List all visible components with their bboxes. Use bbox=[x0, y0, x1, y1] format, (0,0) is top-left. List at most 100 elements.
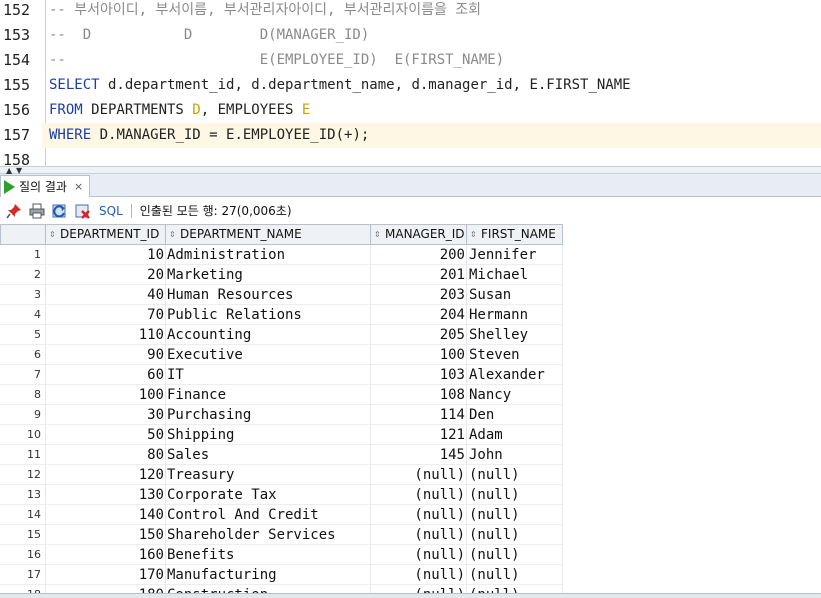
cell-first-name[interactable]: Steven bbox=[467, 345, 563, 365]
row-number[interactable]: 7 bbox=[0, 365, 46, 385]
cell-manager-id[interactable]: 200 bbox=[371, 245, 467, 265]
pane-splitter[interactable]: ▲ ▼ bbox=[0, 166, 821, 175]
cell-manager-id[interactable]: 204 bbox=[371, 305, 467, 325]
cell-manager-id[interactable]: 201 bbox=[371, 265, 467, 285]
table-row[interactable]: 7 60 IT 103 Alexander bbox=[0, 365, 563, 385]
cell-first-name[interactable]: (null) bbox=[467, 545, 563, 565]
cell-first-name[interactable]: (null) bbox=[467, 505, 563, 525]
sql-editor[interactable]: 152 -- 부서아이디, 부서이름, 부서관리자아이디, 부서관리자이름을 조회… bbox=[0, 0, 821, 166]
cell-department-name[interactable]: Public Relations bbox=[166, 305, 371, 325]
print-icon[interactable] bbox=[28, 202, 46, 220]
code-line[interactable]: 153 -- D D D(MANAGER_ID) bbox=[0, 23, 821, 48]
cell-department-name[interactable]: Finance bbox=[166, 385, 371, 405]
cancel-query-icon[interactable] bbox=[74, 202, 92, 220]
cell-manager-id[interactable]: (null) bbox=[371, 525, 467, 545]
cell-department-id[interactable]: 170 bbox=[46, 565, 166, 585]
cell-department-id[interactable]: 30 bbox=[46, 405, 166, 425]
cell-manager-id[interactable]: 145 bbox=[371, 445, 467, 465]
cell-first-name[interactable]: Shelley bbox=[467, 325, 563, 345]
cell-department-name[interactable]: Executive bbox=[166, 345, 371, 365]
cell-first-name[interactable]: Michael bbox=[467, 265, 563, 285]
row-number[interactable]: 3 bbox=[0, 285, 46, 305]
row-number[interactable]: 15 bbox=[0, 525, 46, 545]
pin-icon[interactable] bbox=[5, 202, 23, 220]
cell-department-id[interactable]: 50 bbox=[46, 425, 166, 445]
grid-corner[interactable] bbox=[0, 224, 46, 245]
code-line[interactable]: 156 FROM DEPARTMENTS D, EMPLOYEES E bbox=[0, 98, 821, 123]
cell-department-name[interactable]: IT bbox=[166, 365, 371, 385]
cell-manager-id[interactable]: 100 bbox=[371, 345, 467, 365]
cell-department-id[interactable]: 60 bbox=[46, 365, 166, 385]
cell-department-name[interactable]: Human Resources bbox=[166, 285, 371, 305]
column-header-department-id[interactable]: ⇕ DEPARTMENT_ID bbox=[46, 224, 166, 245]
column-header-department-name[interactable]: ⇕ DEPARTMENT_NAME bbox=[166, 224, 371, 245]
cell-first-name[interactable]: Adam bbox=[467, 425, 563, 445]
code-text[interactable]: WHERE D.MANAGER_ID = E.EMPLOYEE_ID(+); bbox=[49, 123, 369, 148]
cell-department-id[interactable]: 20 bbox=[46, 265, 166, 285]
cell-first-name[interactable]: Hermann bbox=[467, 305, 563, 325]
sort-icon[interactable]: ⇕ bbox=[470, 225, 479, 244]
row-number[interactable]: 8 bbox=[0, 385, 46, 405]
cell-manager-id[interactable]: (null) bbox=[371, 505, 467, 525]
cell-manager-id[interactable]: 205 bbox=[371, 325, 467, 345]
row-number[interactable]: 1 bbox=[0, 245, 46, 265]
table-row[interactable]: 6 90 Executive 100 Steven bbox=[0, 345, 563, 365]
row-number[interactable]: 4 bbox=[0, 305, 46, 325]
cell-first-name[interactable]: Den bbox=[467, 405, 563, 425]
cell-department-id[interactable]: 140 bbox=[46, 505, 166, 525]
cell-department-name[interactable]: Control And Credit bbox=[166, 505, 371, 525]
cell-manager-id[interactable]: (null) bbox=[371, 485, 467, 505]
code-text[interactable]: -- D D D(MANAGER_ID) bbox=[49, 23, 369, 48]
code-line[interactable]: 152 -- 부서아이디, 부서이름, 부서관리자아이디, 부서관리자이름을 조회 bbox=[0, 0, 821, 23]
code-line[interactable]: 155 SELECT d.department_id, d.department_… bbox=[0, 73, 821, 98]
cell-department-name[interactable]: Accounting bbox=[166, 325, 371, 345]
code-line[interactable]: 157 WHERE D.MANAGER_ID = E.EMPLOYEE_ID(+)… bbox=[0, 123, 821, 148]
sql-button[interactable]: SQL bbox=[99, 204, 123, 218]
code-text[interactable]: -- E(EMPLOYEE_ID) E(FIRST_NAME) bbox=[49, 48, 504, 73]
cell-first-name[interactable]: Jennifer bbox=[467, 245, 563, 265]
cell-department-name[interactable]: Shareholder Services bbox=[166, 525, 371, 545]
code-text[interactable]: FROM DEPARTMENTS D, EMPLOYEES E bbox=[49, 98, 310, 123]
cell-department-id[interactable]: 10 bbox=[46, 245, 166, 265]
cell-first-name[interactable]: Nancy bbox=[467, 385, 563, 405]
cell-department-name[interactable]: Manufacturing bbox=[166, 565, 371, 585]
cell-first-name[interactable]: (null) bbox=[467, 565, 563, 585]
cell-department-id[interactable]: 120 bbox=[46, 465, 166, 485]
table-row[interactable]: 2 20 Marketing 201 Michael bbox=[0, 265, 563, 285]
cell-manager-id[interactable]: 203 bbox=[371, 285, 467, 305]
cell-manager-id[interactable]: 121 bbox=[371, 425, 467, 445]
table-row[interactable]: 15 150 Shareholder Services (null) (null) bbox=[0, 525, 563, 545]
cell-department-id[interactable]: 150 bbox=[46, 525, 166, 545]
row-number[interactable]: 10 bbox=[0, 425, 46, 445]
table-row[interactable]: 10 50 Shipping 121 Adam bbox=[0, 425, 563, 445]
cell-manager-id[interactable]: (null) bbox=[371, 465, 467, 485]
row-number[interactable]: 5 bbox=[0, 325, 46, 345]
table-row[interactable]: 8 100 Finance 108 Nancy bbox=[0, 385, 563, 405]
close-icon[interactable]: × bbox=[74, 180, 83, 193]
table-row[interactable]: 13 130 Corporate Tax (null) (null) bbox=[0, 485, 563, 505]
table-row[interactable]: 12 120 Treasury (null) (null) bbox=[0, 465, 563, 485]
table-row[interactable]: 5 110 Accounting 205 Shelley bbox=[0, 325, 563, 345]
row-number[interactable]: 12 bbox=[0, 465, 46, 485]
cell-department-name[interactable]: Treasury bbox=[166, 465, 371, 485]
row-number[interactable]: 17 bbox=[0, 565, 46, 585]
collapse-up-icon[interactable]: ▲ bbox=[6, 167, 12, 175]
table-row[interactable]: 3 40 Human Resources 203 Susan bbox=[0, 285, 563, 305]
tab-query-result[interactable]: 질의 결과 × bbox=[0, 175, 91, 197]
code-text[interactable]: -- 부서아이디, 부서이름, 부서관리자아이디, 부서관리자이름을 조회 bbox=[49, 0, 481, 23]
code-text[interactable]: SELECT d.department_id, d.department_nam… bbox=[49, 73, 631, 98]
cell-department-id[interactable]: 100 bbox=[46, 385, 166, 405]
cell-department-id[interactable]: 160 bbox=[46, 545, 166, 565]
cell-first-name[interactable]: John bbox=[467, 445, 563, 465]
sort-icon[interactable]: ⇕ bbox=[49, 225, 58, 244]
cell-first-name[interactable]: (null) bbox=[467, 465, 563, 485]
cell-manager-id[interactable]: (null) bbox=[371, 545, 467, 565]
row-number[interactable]: 11 bbox=[0, 445, 46, 465]
cell-manager-id[interactable]: 103 bbox=[371, 365, 467, 385]
cell-department-name[interactable]: Administration bbox=[166, 245, 371, 265]
cell-manager-id[interactable]: (null) bbox=[371, 565, 467, 585]
cell-department-name[interactable]: Marketing bbox=[166, 265, 371, 285]
cell-first-name[interactable]: (null) bbox=[467, 485, 563, 505]
table-row[interactable]: 1 10 Administration 200 Jennifer bbox=[0, 245, 563, 265]
column-header-manager-id[interactable]: ⇕ MANAGER_ID bbox=[371, 224, 467, 245]
